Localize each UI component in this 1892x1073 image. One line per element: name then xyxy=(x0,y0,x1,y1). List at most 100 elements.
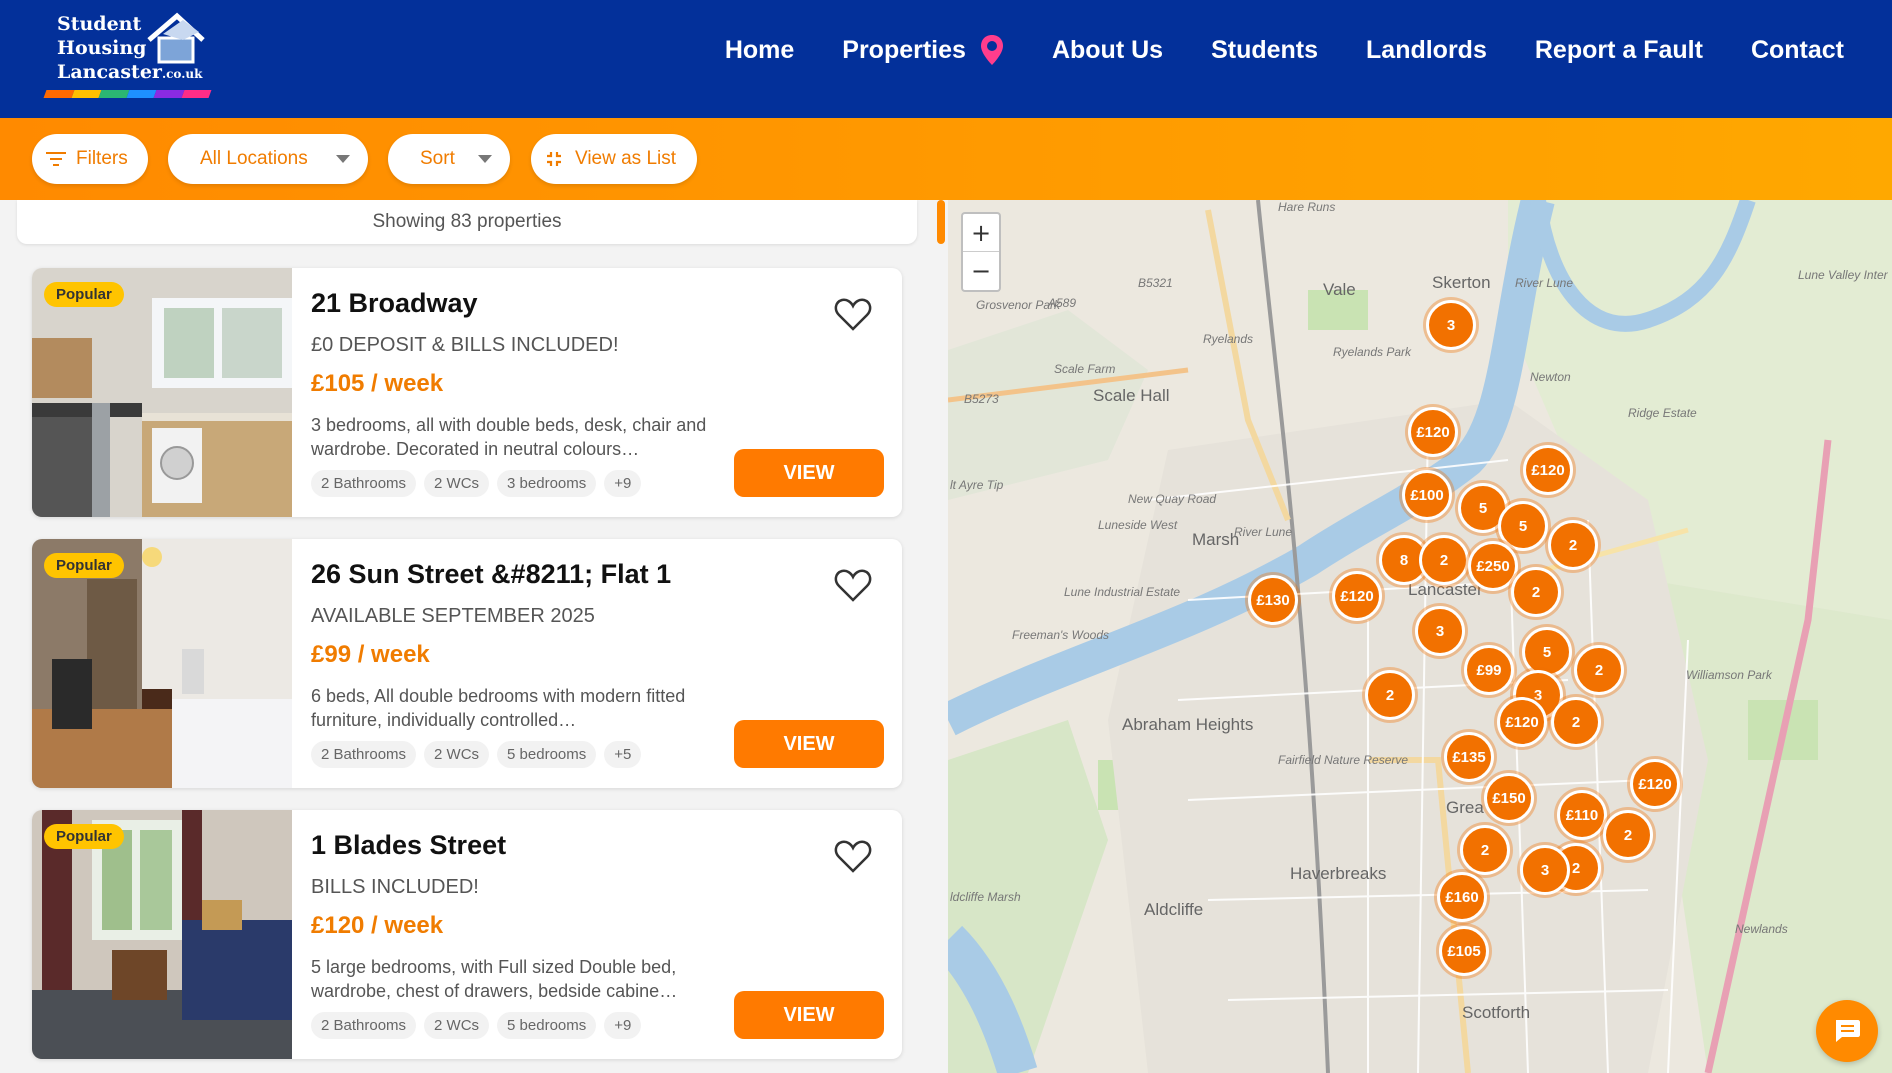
map-marker[interactable]: £120 xyxy=(1408,407,1458,457)
chevron-down-icon xyxy=(478,155,492,163)
nav-report-fault[interactable]: Report a Fault xyxy=(1535,36,1703,65)
map-label-luneside-west: Luneside West xyxy=(1098,518,1178,532)
nav-students[interactable]: Students xyxy=(1211,36,1318,65)
map-label-ridge-estate: Ridge Estate xyxy=(1628,406,1697,420)
property-card[interactable]: Popular 26 Sun Street &#8211; Flat 1 AVA… xyxy=(32,539,902,788)
map-marker[interactable]: £160 xyxy=(1437,872,1487,922)
map-label-lune-industrial: Lune Industrial Estate xyxy=(1064,585,1181,599)
map-label-newlands: Newlands xyxy=(1735,922,1788,936)
map-marker[interactable]: 5 xyxy=(1522,627,1572,677)
property-card[interactable]: Popular 1 Blades Street BILLS INCLUDED! … xyxy=(32,810,902,1059)
map-marker[interactable]: 2 xyxy=(1551,697,1601,747)
map-label-haverbreaks: Haverbreaks xyxy=(1290,864,1387,883)
map-label-greaves: Grea xyxy=(1446,798,1484,817)
map-marker[interactable]: £120 xyxy=(1497,697,1547,747)
view-button[interactable]: VIEW xyxy=(734,720,884,768)
nav-home[interactable]: Home xyxy=(725,36,794,65)
property-list: Showing 83 properties Popular 21 Broadwa… xyxy=(0,200,945,1073)
map-label-scale-hall: Scale Hall xyxy=(1093,386,1170,405)
map-marker[interactable]: £99 xyxy=(1464,645,1514,695)
view-list-label: View as List xyxy=(575,148,677,169)
location-label: All Locations xyxy=(200,148,308,169)
property-description: 5 large bedrooms, with Full sized Double… xyxy=(311,957,678,1001)
site-logo[interactable]: Student Housing Lancaster.co.uk xyxy=(43,10,215,102)
map-label-ryelands: Ryelands xyxy=(1203,332,1254,346)
map-label-hare-runs: Hare Runs xyxy=(1278,200,1336,214)
map-label-b5321: B5321 xyxy=(1138,276,1173,290)
tag-more[interactable]: +9 xyxy=(604,470,642,497)
property-tags: 2 Bathrooms 2 WCs 3 bedrooms +9 xyxy=(311,470,642,497)
map-marker[interactable]: 2 xyxy=(1419,535,1469,585)
map-label-skerton: Skerton xyxy=(1432,273,1491,292)
map-marker[interactable]: 2 xyxy=(1365,670,1415,720)
chat-button[interactable] xyxy=(1816,1000,1878,1062)
map-label-b5273: B5273 xyxy=(964,392,999,406)
map-label-ryelands-park: Ryelands Park xyxy=(1333,345,1412,359)
popular-badge: Popular xyxy=(44,824,124,849)
property-description: 3 bedrooms, all with double beds, desk, … xyxy=(311,415,707,459)
map-label-lune-valley: Lune Valley Inter xyxy=(1798,268,1888,282)
property-title[interactable]: 21 Broadway xyxy=(311,288,478,319)
map-label-aldcliffe-marsh: ldcliffe Marsh xyxy=(950,890,1021,904)
map-marker[interactable]: 2 xyxy=(1548,520,1598,570)
map-marker[interactable]: 3 xyxy=(1426,300,1476,350)
property-subtitle: £0 DEPOSIT & BILLS INCLUDED! xyxy=(311,334,619,356)
chevron-down-icon xyxy=(336,155,350,163)
map-marker[interactable]: £150 xyxy=(1484,773,1534,823)
nav-contact[interactable]: Contact xyxy=(1751,36,1844,65)
map-marker[interactable]: £120 xyxy=(1523,445,1573,495)
view-button[interactable]: VIEW xyxy=(734,991,884,1039)
map-label-fairfield: Fairfield Nature Reserve xyxy=(1278,753,1409,767)
heart-icon[interactable] xyxy=(834,838,872,874)
tag-bathrooms: 2 Bathrooms xyxy=(311,741,417,768)
property-tags: 2 Bathrooms 2 WCs 5 bedrooms +9 xyxy=(311,1012,642,1039)
map-marker[interactable]: 2 xyxy=(1460,825,1510,875)
zoom-out-button[interactable]: − xyxy=(963,252,999,290)
map-marker[interactable]: 3 xyxy=(1520,845,1570,895)
property-price: £120 / week xyxy=(311,912,444,939)
heart-icon[interactable] xyxy=(834,296,872,332)
map-marker[interactable]: 2 xyxy=(1574,645,1624,695)
tag-wcs: 2 WCs xyxy=(424,470,490,497)
tag-more[interactable]: +5 xyxy=(604,741,642,768)
map-marker[interactable]: £120 xyxy=(1332,571,1382,621)
location-select[interactable]: All Locations xyxy=(168,134,368,184)
property-subtitle: BILLS INCLUDED! xyxy=(311,876,479,898)
property-map[interactable]: Vale Skerton Scale Hall Marsh Lancaster … xyxy=(948,200,1892,1073)
map-marker[interactable]: £130 xyxy=(1248,575,1298,625)
view-as-list-button[interactable]: View as List xyxy=(531,134,697,184)
tag-bedrooms: 3 bedrooms xyxy=(497,470,597,497)
property-title[interactable]: 26 Sun Street &#8211; Flat 1 xyxy=(311,559,671,590)
map-label-aldcliffe: Aldcliffe xyxy=(1144,900,1204,919)
tag-bedrooms: 5 bedrooms xyxy=(497,741,597,768)
property-card[interactable]: Popular 21 Broadway £0 DEPOSIT & BILLS I… xyxy=(32,268,902,517)
map-marker[interactable]: 2 xyxy=(1603,810,1653,860)
tag-more[interactable]: +9 xyxy=(604,1012,642,1039)
filters-button[interactable]: Filters xyxy=(32,134,148,184)
sort-select[interactable]: Sort xyxy=(388,134,510,184)
property-description: 6 beds, All double bedrooms with modern … xyxy=(311,686,686,730)
map-marker[interactable]: £135 xyxy=(1444,732,1494,782)
map-marker[interactable]: 3 xyxy=(1415,606,1465,656)
map-marker[interactable]: £105 xyxy=(1439,926,1489,976)
map-marker[interactable]: £110 xyxy=(1557,790,1607,840)
nav-about[interactable]: About Us xyxy=(1052,36,1163,65)
map-label-grosvenor-park: Grosvenor Park xyxy=(976,298,1061,312)
map-marker[interactable]: £250 xyxy=(1468,541,1518,591)
nav-properties[interactable]: Properties xyxy=(842,34,1004,66)
property-tags: 2 Bathrooms 2 WCs 5 bedrooms +5 xyxy=(311,741,642,768)
map-marker[interactable]: £100 xyxy=(1402,470,1452,520)
map-zoom-control: + − xyxy=(961,212,1001,292)
view-button[interactable]: VIEW xyxy=(734,449,884,497)
map-label-river-lune-2: River Lune xyxy=(1234,525,1293,539)
property-title[interactable]: 1 Blades Street xyxy=(311,830,506,861)
logo-stripes xyxy=(43,90,212,98)
zoom-in-button[interactable]: + xyxy=(963,214,999,252)
map-label-marsh: Marsh xyxy=(1192,530,1240,549)
nav-landlords[interactable]: Landlords xyxy=(1366,36,1487,65)
map-marker[interactable]: 2 xyxy=(1511,567,1561,617)
map-marker[interactable]: £120 xyxy=(1630,759,1680,809)
map-label-scale-farm: Scale Farm xyxy=(1054,362,1116,376)
list-scrollbar[interactable] xyxy=(937,200,945,244)
heart-icon[interactable] xyxy=(834,567,872,603)
